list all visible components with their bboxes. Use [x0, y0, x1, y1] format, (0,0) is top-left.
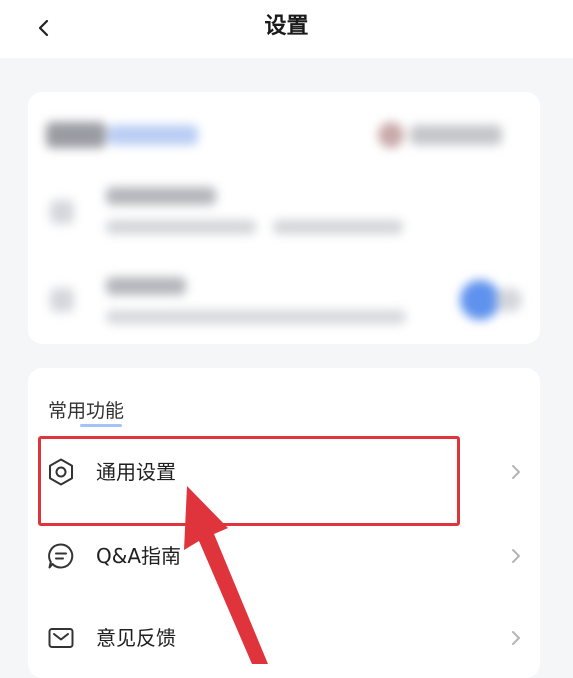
page-title: 设置 [264, 14, 309, 39]
qa-guide-row[interactable]: Q&A指南 [28, 524, 540, 588]
feedback-row[interactable]: 意见反馈 [28, 606, 540, 670]
chevron-right-icon [512, 549, 520, 563]
chat-bubble-icon [45, 540, 77, 572]
blurred-content [28, 92, 540, 344]
qa-guide-label: Q&A指南 [96, 544, 182, 568]
general-settings-row[interactable]: 通用设置 [28, 440, 540, 504]
section-title-accent [80, 424, 122, 427]
feedback-label: 意见反馈 [96, 626, 176, 650]
mail-icon [45, 622, 77, 654]
navigation-bar: 设置 [0, 0, 573, 58]
gear-icon [45, 456, 77, 488]
chevron-right-icon [512, 631, 520, 645]
chevron-right-icon [512, 465, 520, 479]
section-title: 常用功能 [48, 400, 125, 422]
account-info-card-blurred [28, 92, 540, 344]
general-settings-label: 通用设置 [96, 460, 176, 484]
common-functions-card: 常用功能 通用设置 Q&A指南 意见反馈 [28, 368, 540, 678]
